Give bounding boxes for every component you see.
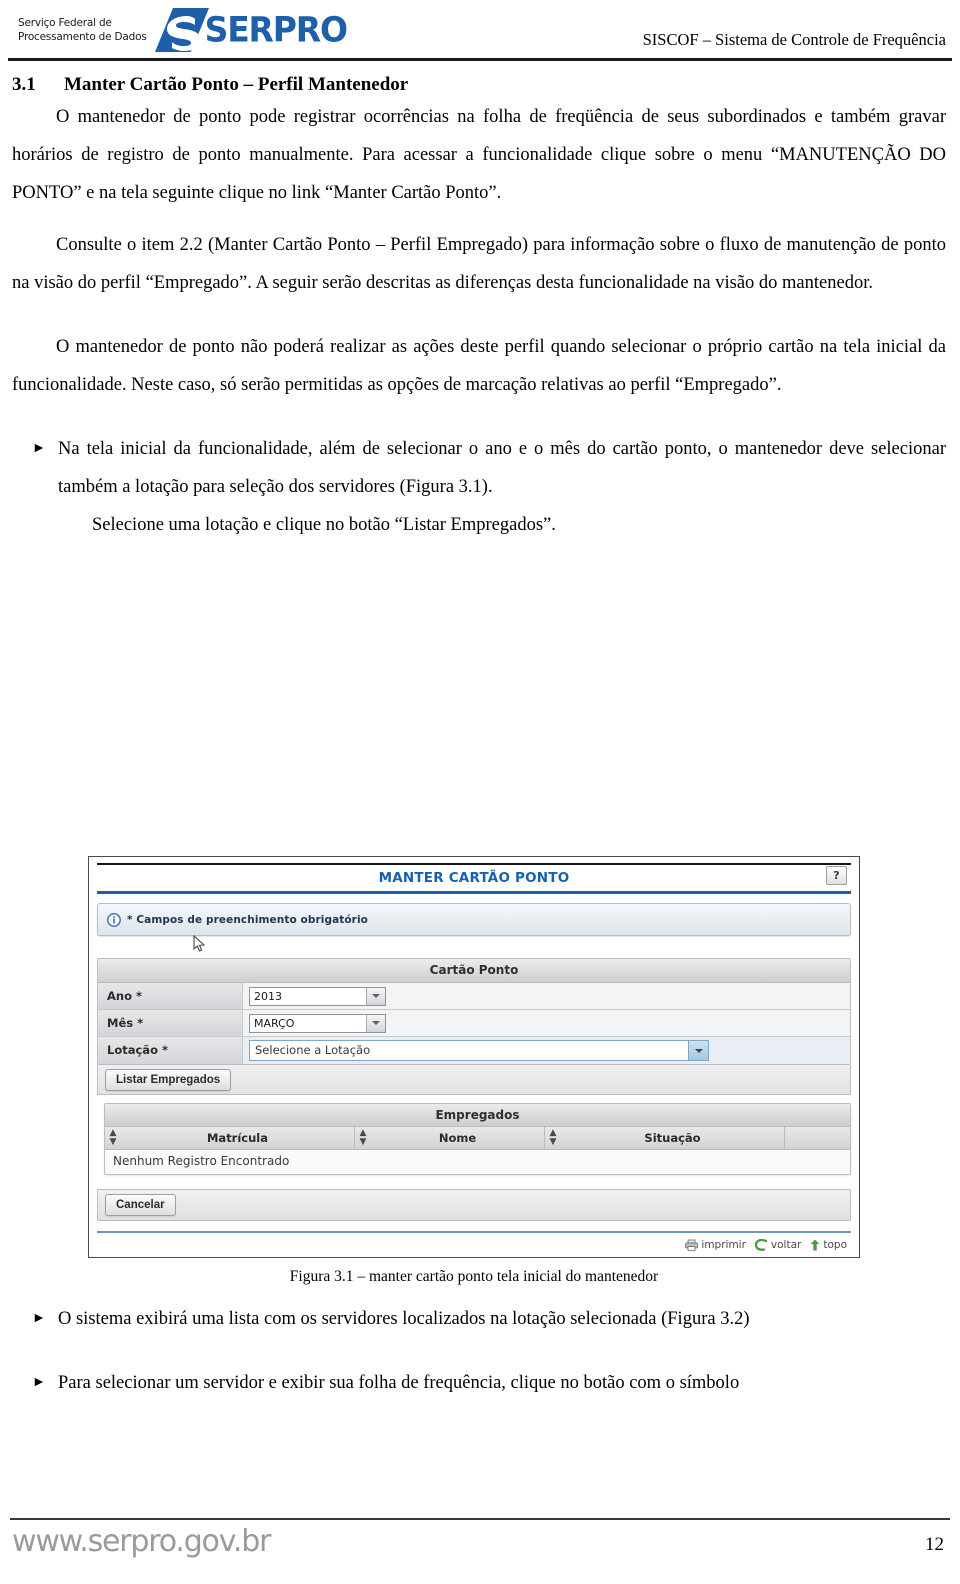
control-lotacao: Selecione a Lotação	[243, 1037, 850, 1064]
bullet-item-1: ► Na tela inicial da funcionalidade, alé…	[0, 430, 960, 544]
chevron-down-icon	[372, 1021, 380, 1025]
paragraph-1: O mantenedor de ponto pode registrar oco…	[12, 107, 946, 203]
label-mes: Mês *	[98, 1010, 243, 1036]
screen-titlebar: MANTER CARTÃO PONTO ?	[97, 863, 851, 891]
paragraph-2: Consulte o item 2.2 (Manter Cartão Ponto…	[12, 235, 946, 293]
column-header-matricula[interactable]: ▲ ▼ Matrícula	[105, 1127, 355, 1149]
embedded-screenshot: MANTER CARTÃO PONTO ? * Campos de preenc…	[88, 856, 860, 1258]
lotacao-select[interactable]: Selecione a Lotação	[249, 1040, 709, 1061]
empregados-table: Empregados ▲ ▼ Matrícula ▲ ▼ Nome ▲ ▼ Situa…	[104, 1103, 851, 1175]
label-ano: Ano *	[98, 983, 243, 1009]
info-icon	[107, 912, 121, 927]
cartao-ponto-panel: Cartão Ponto Ano * 2013 Mês * MARÇO Lota…	[97, 958, 851, 1065]
page-number: 12	[925, 1534, 944, 1555]
field-row-ano: Ano * 2013	[98, 983, 850, 1010]
list-button-bar: Listar Empregados	[97, 1065, 851, 1095]
mes-value: MARÇO	[254, 1016, 295, 1030]
paragraph-3: O mantenedor de ponto não poderá realiza…	[12, 337, 946, 395]
topo-link[interactable]: topo	[810, 1239, 847, 1251]
column-label-situacao: Situação	[644, 1131, 701, 1145]
section-heading: 3.1 Manter Cartão Ponto – Perfil Mantene…	[0, 74, 960, 96]
bullet-1-sub: Selecione uma lotação e clique no botão …	[92, 515, 556, 535]
bullet-1-text: Na tela inicial da funcionalidade, além …	[58, 430, 946, 544]
bullet-item-3: ► Para selecionar um servidor e exibir s…	[0, 1364, 960, 1402]
logo-tagline: Serviço Federal de Processamento de Dado…	[18, 16, 153, 44]
sort-icon[interactable]: ▲ ▼	[105, 1129, 121, 1147]
printer-icon	[685, 1239, 699, 1251]
logo-tagline-line2: Processamento de Dados	[18, 31, 147, 43]
header-divider	[8, 58, 952, 61]
footer-divider	[10, 1518, 950, 1520]
ano-select[interactable]: 2013	[249, 986, 386, 1006]
empregados-empty-row: Nenhum Registro Encontrado	[105, 1150, 850, 1174]
mes-select[interactable]: MARÇO	[249, 1013, 386, 1033]
chevron-down-icon	[694, 1048, 703, 1053]
cancel-button-bar: Cancelar	[97, 1189, 851, 1221]
page-footer: www.serpro.gov.br 12	[0, 1518, 960, 1576]
title-divider	[97, 891, 851, 894]
column-header-nome[interactable]: ▲ ▼ Nome	[355, 1127, 545, 1149]
system-title: SISCOF – Sistema de Controle de Frequênc…	[642, 30, 946, 49]
serpro-logo: Serviço Federal de Processamento de Dado…	[18, 6, 348, 54]
bullet-1-main: Na tela inicial da funcionalidade, além …	[58, 439, 946, 497]
bullet-item-2: ► O sistema exibirá uma lista com os ser…	[0, 1300, 960, 1338]
panel-title: Cartão Ponto	[98, 959, 850, 983]
document-content: 3.1 Manter Cartão Ponto – Perfil Mantene…	[0, 66, 960, 544]
column-label-matricula: Matrícula	[206, 1131, 269, 1145]
control-mes: MARÇO	[243, 1010, 850, 1036]
control-ano: 2013	[243, 983, 850, 1009]
help-button[interactable]: ?	[826, 866, 847, 885]
imprimir-label: imprimir	[701, 1239, 746, 1251]
sort-icon[interactable]: ▲ ▼	[355, 1129, 371, 1147]
document-content-lower: ► O sistema exibirá uma lista com os ser…	[0, 1300, 960, 1402]
label-lotacao: Lotação *	[98, 1037, 243, 1064]
up-arrow-icon	[810, 1239, 820, 1251]
column-label-nome: Nome	[438, 1131, 477, 1145]
figure-caption: Figura 3.1 – manter cartão ponto tela in…	[289, 1268, 659, 1285]
section-title: Manter Cartão Ponto – Perfil Mantenedor	[64, 74, 409, 95]
chevron-down-icon	[372, 994, 380, 998]
back-arrow-icon	[754, 1239, 768, 1251]
lotacao-value: Selecione a Lotação	[255, 1043, 371, 1057]
field-row-mes: Mês * MARÇO	[98, 1010, 850, 1037]
logo-tagline-line1: Serviço Federal de	[18, 17, 112, 29]
logo-wordmark: SERPRO	[204, 9, 348, 50]
bullet-2-text: O sistema exibirá uma lista com os servi…	[58, 1309, 750, 1329]
empregados-table-title: Empregados	[105, 1104, 850, 1127]
section-number: 3.1	[12, 74, 36, 95]
topo-label: topo	[823, 1239, 847, 1251]
bullet-3-text: Para selecionar um servidor e exibir sua…	[58, 1373, 740, 1393]
figure-3-1: MANTER CARTÃO PONTO ? * Campos de preenc…	[88, 856, 860, 1286]
imprimir-link[interactable]: imprimir	[685, 1239, 746, 1251]
required-fields-text: * Campos de preenchimento obrigatório	[127, 913, 368, 926]
footer-website: www.serpro.gov.br	[12, 1524, 271, 1559]
bullet-marker-icon: ►	[32, 1375, 46, 1390]
screen-footer-links: imprimir voltar topo	[97, 1231, 851, 1253]
ano-value: 2013	[254, 989, 282, 1003]
screen-title: MANTER CARTÃO PONTO	[378, 870, 570, 886]
serpro-mark-icon	[153, 6, 211, 54]
column-header-situacao[interactable]: ▲ ▼ Situação	[545, 1127, 785, 1149]
bullet-marker-icon: ►	[32, 441, 46, 456]
empregados-table-header-row: ▲ ▼ Matrícula ▲ ▼ Nome ▲ ▼ Situação	[105, 1127, 850, 1150]
mes-dropdown-button[interactable]	[366, 1014, 385, 1032]
page-header: Serviço Federal de Processamento de Dado…	[0, 0, 960, 64]
column-header-actions	[785, 1127, 850, 1149]
required-fields-notice: * Campos de preenchimento obrigatório	[97, 903, 851, 936]
lotacao-dropdown-button[interactable]	[688, 1041, 708, 1060]
field-row-lotacao: Lotação * Selecione a Lotação	[98, 1037, 850, 1064]
sort-icon[interactable]: ▲ ▼	[545, 1129, 561, 1147]
cancelar-button[interactable]: Cancelar	[105, 1194, 176, 1216]
ano-dropdown-button[interactable]	[366, 987, 385, 1005]
voltar-link[interactable]: voltar	[754, 1239, 802, 1251]
voltar-label: voltar	[770, 1239, 802, 1251]
listar-empregados-button[interactable]: Listar Empregados	[105, 1068, 232, 1091]
bullet-marker-icon: ►	[32, 1311, 46, 1326]
